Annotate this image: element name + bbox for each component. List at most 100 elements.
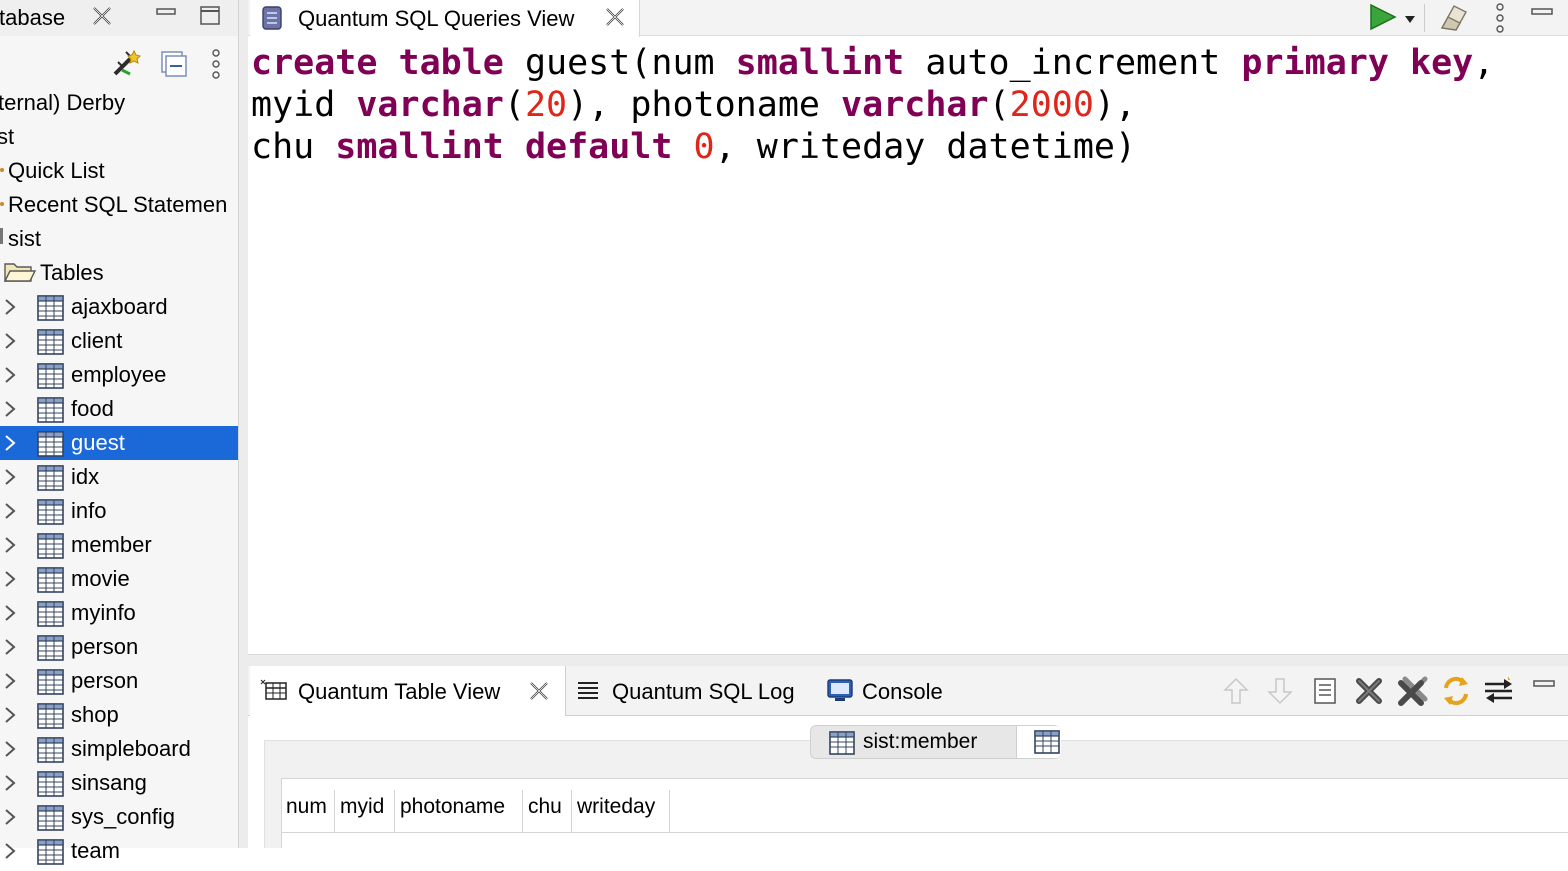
bottom-panel-separator[interactable]	[248, 654, 1568, 666]
minimize-icon[interactable]	[1532, 678, 1556, 705]
tree-node-tables[interactable]: Tables	[0, 256, 238, 290]
code-line[interactable]: myid varchar(20), photoname varchar(2000…	[251, 84, 1136, 126]
tab-quantum-table-view[interactable]: Quantum Table View	[250, 666, 566, 717]
sql-number: 0	[693, 127, 715, 167]
tab-console[interactable]: Console	[824, 666, 964, 716]
minimize-icon[interactable]	[1530, 4, 1554, 31]
chevron-right-icon[interactable]	[3, 467, 17, 493]
tree-node-label: Tables	[40, 260, 104, 285]
sql-keyword: primary	[1241, 43, 1389, 83]
chevron-right-icon[interactable]	[3, 297, 17, 323]
chevron-right-icon[interactable]	[3, 603, 17, 629]
tree-item-table[interactable]: sys_config	[0, 800, 238, 834]
refresh-arrows-icon[interactable]	[1440, 674, 1472, 713]
connect-wand-icon[interactable]	[112, 48, 144, 83]
collapse-all-icon[interactable]	[160, 50, 188, 83]
toolbar-separator	[1424, 4, 1425, 32]
remove-all-icon[interactable]	[1396, 674, 1430, 713]
column-header-chu[interactable]: chu	[523, 790, 572, 832]
tree-node-st[interactable]: st	[0, 120, 238, 154]
minimize-icon[interactable]	[155, 4, 177, 31]
tree-item-table[interactable]: idx	[0, 460, 238, 494]
sql-editor[interactable]: create table guest(num smallint auto_inc…	[248, 38, 1568, 654]
run-dropdown-chevron-icon[interactable]	[1404, 12, 1416, 30]
document-icon[interactable]	[1312, 676, 1338, 711]
table-name: employee	[71, 362, 167, 387]
sql-text: myid	[251, 85, 357, 125]
left-panel-separator[interactable]	[238, 0, 248, 848]
column-header-writeday[interactable]: writeday	[572, 790, 670, 832]
tree-item-table[interactable]: simpleboard	[0, 732, 238, 766]
code-line[interactable]: create table guest(num smallint auto_inc…	[251, 42, 1494, 84]
column-header-photoname[interactable]: photoname	[395, 790, 523, 832]
tree-item-table[interactable]: client	[0, 324, 238, 358]
arrow-up-icon[interactable]	[1222, 676, 1250, 711]
table-icon	[37, 363, 65, 395]
tree-item-table[interactable]: team	[0, 834, 238, 868]
tree-node-derby[interactable]: ternal) Derby	[0, 86, 238, 120]
table-icon	[37, 839, 65, 871]
sql-text: , writeday datetime)	[714, 127, 1137, 167]
bookmark-icon	[0, 202, 4, 206]
sql-keyword: table	[398, 43, 504, 83]
tree-item-table[interactable]: info	[0, 494, 238, 528]
view-menu-icon[interactable]	[208, 48, 224, 85]
table-name: sinsang	[71, 770, 147, 795]
chevron-right-icon[interactable]	[3, 671, 17, 697]
chevron-right-icon[interactable]	[3, 433, 17, 459]
remove-x-icon[interactable]	[1354, 676, 1384, 711]
database-tab-title[interactable]: tabase	[0, 5, 65, 31]
view-menu-icon[interactable]	[1492, 2, 1508, 39]
tree-node-quick-list[interactable]: Quick List	[0, 154, 238, 188]
chevron-right-icon[interactable]	[3, 365, 17, 391]
subtab-table-button[interactable]	[1016, 726, 1061, 758]
sql-text: chu	[251, 127, 336, 167]
tree-item-table[interactable]: myinfo	[0, 596, 238, 630]
tree-item-table[interactable]: guest	[0, 426, 238, 460]
tree-item-table[interactable]: sinsang	[0, 766, 238, 800]
tree-item-table[interactable]: movie	[0, 562, 238, 596]
tab-quantum-sql-log[interactable]: Quantum SQL Log	[574, 666, 809, 716]
column-header-num[interactable]: num	[281, 790, 335, 832]
sql-text: ), photoname	[567, 85, 842, 125]
chevron-right-icon[interactable]	[3, 807, 17, 833]
tree-item-table[interactable]: shop	[0, 698, 238, 732]
tree-item-table[interactable]: ajaxboard	[0, 290, 238, 324]
chevron-right-icon[interactable]	[3, 637, 17, 663]
arrow-down-icon[interactable]	[1266, 676, 1294, 711]
run-triangle-icon[interactable]	[1368, 3, 1398, 36]
maximize-icon[interactable]	[199, 4, 221, 31]
chevron-right-icon[interactable]	[3, 501, 17, 527]
tree-item-table[interactable]: employee	[0, 358, 238, 392]
chevron-right-icon[interactable]	[3, 705, 17, 731]
tab-quantum-sql-queries-view[interactable]: Quantum SQL Queries View	[250, 0, 640, 37]
tree-item-table[interactable]: member	[0, 528, 238, 562]
chevron-right-icon[interactable]	[3, 535, 17, 561]
table-icon	[37, 397, 65, 429]
tree-node-label: ternal) Derby	[0, 90, 126, 115]
tree-item-table[interactable]: person	[0, 630, 238, 664]
close-icon[interactable]	[90, 4, 114, 34]
tree-item-table[interactable]: person	[0, 664, 238, 698]
chevron-right-icon[interactable]	[3, 331, 17, 357]
column-header-myid[interactable]: myid	[335, 790, 395, 832]
tree-node-recent-sql[interactable]: Recent SQL Statemen	[0, 188, 238, 222]
tree-node-sist[interactable]: sist	[0, 222, 238, 256]
chevron-right-icon[interactable]	[3, 569, 17, 595]
tree-node-label: Recent SQL Statemen	[8, 192, 228, 217]
chevron-right-icon[interactable]	[3, 773, 17, 799]
clear-eraser-icon[interactable]	[1438, 2, 1472, 37]
swap-arrows-icon[interactable]	[1482, 674, 1516, 713]
code-line[interactable]: chu smallint default 0, writeday datetim…	[251, 126, 1136, 168]
subtab-sist-member[interactable]: sist:member	[863, 730, 977, 754]
tree-item-table[interactable]: food	[0, 392, 238, 426]
tree-node-label: st	[0, 124, 15, 149]
chevron-right-icon[interactable]	[3, 739, 17, 765]
close-icon[interactable]	[603, 5, 627, 34]
chevron-right-icon[interactable]	[3, 399, 17, 425]
sql-keyword: varchar	[841, 85, 989, 125]
chevron-right-icon[interactable]	[3, 841, 17, 867]
grid-header-divider	[281, 832, 1568, 833]
close-icon[interactable]	[527, 679, 551, 708]
